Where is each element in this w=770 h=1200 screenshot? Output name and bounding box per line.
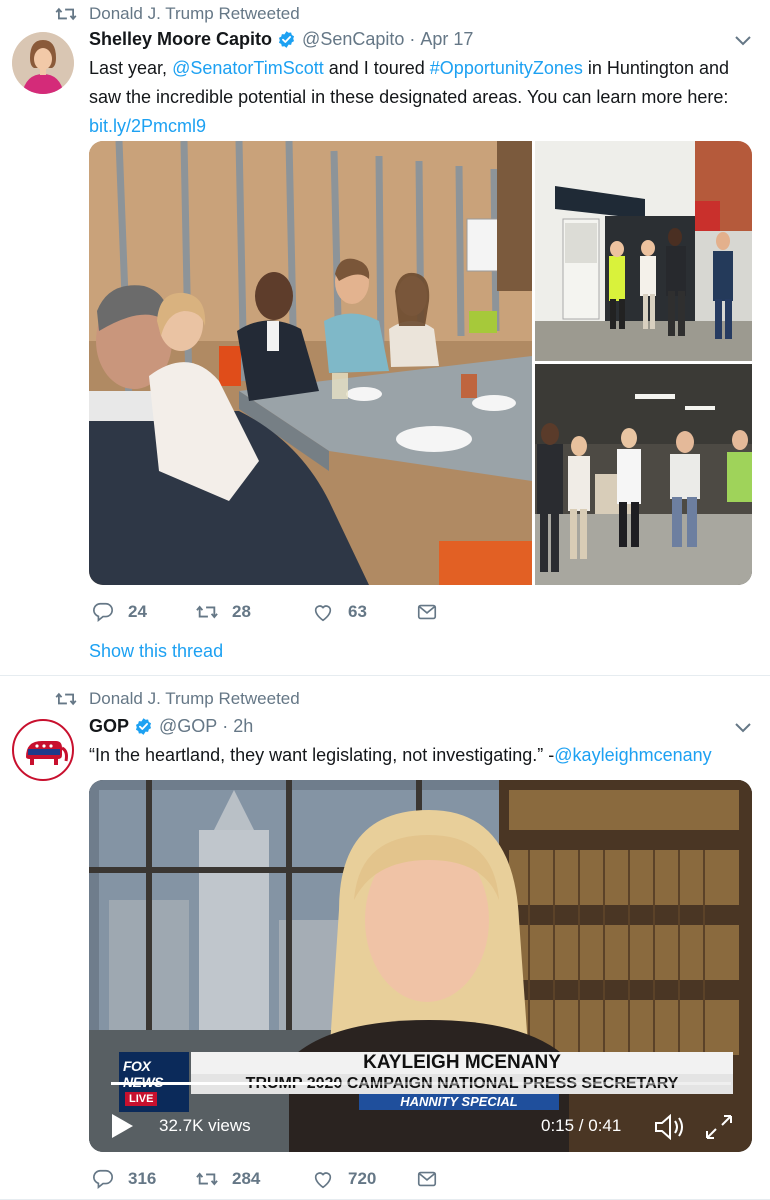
tweet-gop[interactable]: Donald J. Trump Retweeted GOP @GOP · 2h … xyxy=(0,677,770,1200)
like-icon xyxy=(312,601,334,623)
chevron-down-icon[interactable] xyxy=(734,35,752,47)
retweet-count: 284 xyxy=(232,1169,261,1188)
tweet-timestamp[interactable]: Apr 17 xyxy=(420,29,473,50)
verified-badge-icon xyxy=(134,717,153,736)
chyron-name: KAYLEIGH MCENANY xyxy=(191,1052,733,1074)
author-name[interactable]: GOP xyxy=(89,716,129,737)
url-link[interactable]: bit.ly/2Pmcml9 xyxy=(89,116,206,136)
retweet-icon xyxy=(55,691,77,707)
photo-roundtable[interactable] xyxy=(89,141,532,585)
retweeted-by-label: Donald J. Trump Retweeted xyxy=(89,4,300,23)
view-count: 32.7K views xyxy=(159,1116,251,1135)
retweet-icon xyxy=(196,1168,218,1190)
avatar[interactable] xyxy=(12,719,74,781)
chevron-down-icon[interactable] xyxy=(734,722,752,734)
roundtable-image xyxy=(89,141,532,585)
tweet-text: “In the heartland, they want legislating… xyxy=(89,745,712,765)
separator-dot: · xyxy=(409,29,416,49)
tweet-text: Last year, @SenatorTimScott and I toured… xyxy=(89,58,729,136)
retweet-icon xyxy=(55,6,77,22)
tweet-capito[interactable]: Donald J. Trump Retweeted Shelley Moore … xyxy=(0,0,770,676)
show-thread-link[interactable]: Show this thread xyxy=(89,641,223,662)
retweet-button[interactable]: 284 xyxy=(196,1168,312,1190)
photo-warehouse[interactable] xyxy=(535,364,752,585)
retweet-icon xyxy=(196,601,218,623)
like-icon xyxy=(312,1168,334,1190)
play-icon[interactable] xyxy=(109,1112,135,1140)
mention-link[interactable]: @kayleighmcenany xyxy=(554,745,711,765)
gop-elephant-logo xyxy=(26,741,68,765)
separator-dot: · xyxy=(222,716,229,736)
reply-button[interactable]: 316 xyxy=(92,1168,196,1190)
avatar[interactable] xyxy=(12,32,74,94)
tweet-timestamp[interactable]: 2h xyxy=(233,716,253,737)
share-icon xyxy=(416,1168,438,1190)
share-button[interactable] xyxy=(416,1168,452,1190)
warehouse-image xyxy=(535,364,752,585)
retweet-button[interactable]: 28 xyxy=(196,601,312,623)
like-count: 720 xyxy=(348,1169,377,1188)
mention-link[interactable]: @SenatorTimScott xyxy=(172,58,324,78)
reply-count: 24 xyxy=(128,602,147,621)
tweet-actions: 24 28 63 xyxy=(92,601,452,623)
photo-grid xyxy=(89,141,752,585)
video-time: 0:15 / 0:41 xyxy=(541,1116,622,1135)
progress-track[interactable] xyxy=(111,1082,731,1085)
reply-icon xyxy=(92,601,114,623)
author-name[interactable]: Shelley Moore Capito xyxy=(89,29,272,50)
reply-icon xyxy=(92,1168,114,1190)
author-handle[interactable]: @SenCapito xyxy=(302,29,404,50)
retweet-count: 28 xyxy=(232,602,251,621)
tweet-header: Shelley Moore Capito @SenCapito · Apr 17 xyxy=(89,29,473,50)
author-handle[interactable]: @GOP xyxy=(159,716,217,737)
retweet-context: Donald J. Trump Retweeted xyxy=(55,689,300,709)
like-count: 63 xyxy=(348,602,367,621)
progress-fill xyxy=(111,1082,341,1085)
avatar-capito xyxy=(12,32,74,94)
hashtag-link[interactable]: #OpportunityZones xyxy=(430,58,583,78)
like-button[interactable]: 720 xyxy=(312,1168,416,1190)
share-icon xyxy=(416,601,438,623)
reply-button[interactable]: 24 xyxy=(92,601,196,623)
reply-count: 316 xyxy=(128,1169,157,1188)
street-image xyxy=(535,141,752,361)
volume-icon[interactable] xyxy=(654,1114,688,1140)
retweet-context: Donald J. Trump Retweeted xyxy=(55,4,300,24)
share-button[interactable] xyxy=(416,601,452,623)
like-button[interactable]: 63 xyxy=(312,601,416,623)
photo-street[interactable] xyxy=(535,141,752,361)
fullscreen-icon[interactable] xyxy=(705,1114,733,1140)
verified-badge-icon xyxy=(277,30,296,49)
video-controls: 32.7K views 0:15 / 0:41 xyxy=(89,1082,752,1152)
retweeted-by-label: Donald J. Trump Retweeted xyxy=(89,689,300,708)
tweet-header: GOP @GOP · 2h xyxy=(89,716,253,737)
tweet-actions: 316 284 720 xyxy=(92,1168,452,1190)
video-player[interactable]: FOX NEWS LIVE KAYLEIGH MCENANY TRUMP 202… xyxy=(89,780,752,1152)
